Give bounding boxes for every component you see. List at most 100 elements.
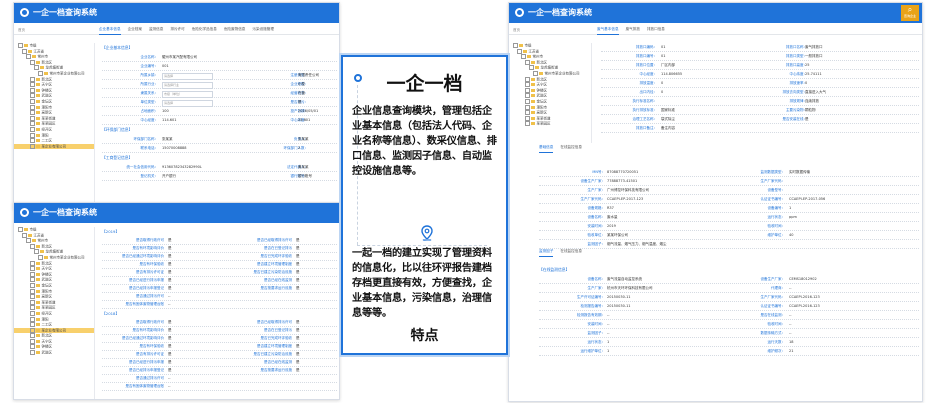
- expand-toggle-icon[interactable]: [30, 82, 35, 88]
- search-enterprise-button[interactable]: ⌕ 查询企业: [901, 5, 919, 21]
- folder-icon: [28, 233, 32, 237]
- expand-toggle-icon[interactable]: [30, 282, 35, 288]
- field-value[interactable]: 请选择行业: [162, 81, 213, 89]
- expand-toggle-icon[interactable]: [30, 344, 35, 350]
- field-value[interactable]: 请选择: [162, 72, 213, 80]
- expand-toggle-icon[interactable]: [30, 271, 35, 277]
- tree-node-label: 金坛区: [41, 99, 53, 104]
- expand-toggle-icon[interactable]: [30, 294, 35, 300]
- expand-toggle-icon[interactable]: [30, 322, 35, 328]
- expand-toggle-icon[interactable]: [30, 288, 35, 294]
- expand-toggle-icon[interactable]: [30, 87, 35, 93]
- field-value: 25.74111: [805, 72, 822, 76]
- expand-toggle-icon[interactable]: [30, 132, 35, 138]
- expand-toggle-icon[interactable]: [525, 115, 530, 121]
- expand-toggle-icon[interactable]: [30, 138, 35, 144]
- field-value: --: [789, 322, 792, 326]
- expand-toggle-icon[interactable]: [30, 243, 35, 249]
- tab-1[interactable]: 企业基本信息: [99, 25, 121, 35]
- field-label: 环保部门名称：: [133, 137, 159, 141]
- expand-toggle-icon[interactable]: [525, 59, 530, 65]
- expand-toggle-icon[interactable]: [18, 227, 23, 232]
- expand-toggle-icon[interactable]: [26, 238, 31, 244]
- field-value: --: [607, 322, 610, 326]
- expand-toggle-icon[interactable]: [30, 327, 35, 333]
- expand-toggle-icon[interactable]: [30, 299, 35, 305]
- tree-node-label: 钟楼区: [41, 272, 53, 277]
- tab-5[interactable]: 危险化学品信息: [192, 25, 217, 34]
- expand-toggle-icon[interactable]: [30, 316, 35, 322]
- tab-1[interactable]: 废气基本信息: [597, 25, 619, 35]
- expand-toggle-icon[interactable]: [30, 333, 35, 339]
- expand-toggle-icon[interactable]: [517, 48, 522, 54]
- expand-toggle-icon[interactable]: [525, 98, 530, 104]
- expand-toggle-icon[interactable]: [30, 277, 35, 283]
- field-value: 21: [789, 349, 794, 353]
- sub-tab-1[interactable]: 监测因子: [539, 247, 554, 257]
- expand-toggle-icon[interactable]: [38, 254, 43, 260]
- expand-toggle-icon[interactable]: [513, 43, 518, 48]
- tab-7[interactable]: 污染设施管理: [252, 25, 274, 34]
- expand-toggle-icon[interactable]: [30, 266, 35, 272]
- expand-toggle-icon[interactable]: [30, 93, 35, 99]
- expand-toggle-icon[interactable]: [525, 93, 530, 99]
- expand-toggle-icon[interactable]: [529, 65, 534, 71]
- tab-3[interactable]: 排放口信息: [647, 25, 665, 34]
- expand-toggle-icon[interactable]: [30, 310, 35, 316]
- expand-toggle-icon[interactable]: [30, 260, 35, 266]
- expand-toggle-icon[interactable]: [30, 104, 35, 110]
- tree-node[interactable]: 武进区: [14, 350, 94, 356]
- field-label: 生产许可证编号：: [577, 295, 605, 299]
- expand-toggle-icon[interactable]: [525, 121, 530, 127]
- tab-6[interactable]: 危险废物信息: [224, 25, 246, 34]
- field-value[interactable]: 市级（单位）: [162, 90, 213, 98]
- approval-row: 是否有环境影响评价是是否在已登记排污是: [102, 245, 337, 253]
- expand-toggle-icon[interactable]: [34, 249, 39, 255]
- tab-2[interactable]: 废气排放: [626, 25, 640, 34]
- expand-toggle-icon[interactable]: [30, 126, 35, 132]
- expand-toggle-icon[interactable]: [525, 76, 530, 82]
- expand-toggle-icon[interactable]: [30, 305, 35, 311]
- expand-toggle-icon[interactable]: [525, 110, 530, 116]
- expand-toggle-icon[interactable]: [30, 110, 35, 116]
- tree-node-label: 新北区: [536, 77, 548, 82]
- field-label: 占地面积：: [140, 109, 159, 113]
- approval-label: 是否通过排污许可: [136, 294, 164, 298]
- expand-toggle-icon[interactable]: [525, 82, 530, 88]
- approval-label: 是否已经通过环境影响评价: [122, 254, 164, 258]
- folder-icon: [531, 111, 535, 115]
- expand-toggle-icon[interactable]: [38, 70, 43, 76]
- field-value: 001: [162, 64, 169, 68]
- expand-toggle-icon[interactable]: [22, 48, 27, 54]
- sub-tab-2[interactable]: 在线监控信息: [560, 247, 582, 256]
- expand-toggle-icon[interactable]: [30, 115, 35, 121]
- tab-4[interactable]: 排污许可: [170, 25, 184, 34]
- expand-toggle-icon[interactable]: [30, 350, 35, 356]
- expand-toggle-icon[interactable]: [30, 143, 35, 149]
- folder-icon: [24, 44, 28, 47]
- field-value[interactable]: 请选择: [162, 99, 213, 107]
- expand-toggle-icon[interactable]: [18, 43, 23, 48]
- sub-tab-2[interactable]: 在线监控信息: [560, 143, 582, 152]
- tree-node-label: 金坛区: [41, 283, 53, 288]
- field-value: 是: [805, 117, 809, 121]
- sub-tab-1[interactable]: 基础信息: [539, 143, 554, 153]
- expand-toggle-icon[interactable]: [22, 232, 27, 238]
- expand-toggle-icon[interactable]: [30, 98, 35, 104]
- expand-toggle-icon[interactable]: [525, 87, 530, 93]
- expand-toggle-icon[interactable]: [533, 70, 538, 76]
- expand-toggle-icon[interactable]: [30, 121, 35, 127]
- expand-toggle-icon[interactable]: [30, 338, 35, 344]
- expand-toggle-icon[interactable]: [30, 59, 35, 65]
- expand-toggle-icon[interactable]: [521, 54, 526, 60]
- expand-toggle-icon[interactable]: [30, 76, 35, 82]
- window-approval-info: 一企一档查询系统 市级 江苏省 常州市 新北区 龙虎塘街道 常州市某企业有限公司 新北区 天宁…: [13, 202, 340, 400]
- expand-toggle-icon[interactable]: [34, 65, 39, 71]
- approval-row: 是否有环保验收是是否建立环境管理制度是: [102, 343, 337, 351]
- expand-toggle-icon[interactable]: [525, 104, 530, 110]
- tab-3[interactable]: 监测信息: [149, 25, 163, 34]
- tree-node[interactable]: 某某园区: [509, 121, 591, 127]
- tab-2[interactable]: 企业档案: [128, 25, 142, 34]
- expand-toggle-icon[interactable]: [26, 54, 31, 60]
- tree-node[interactable]: 某企业有限公司: [14, 143, 94, 150]
